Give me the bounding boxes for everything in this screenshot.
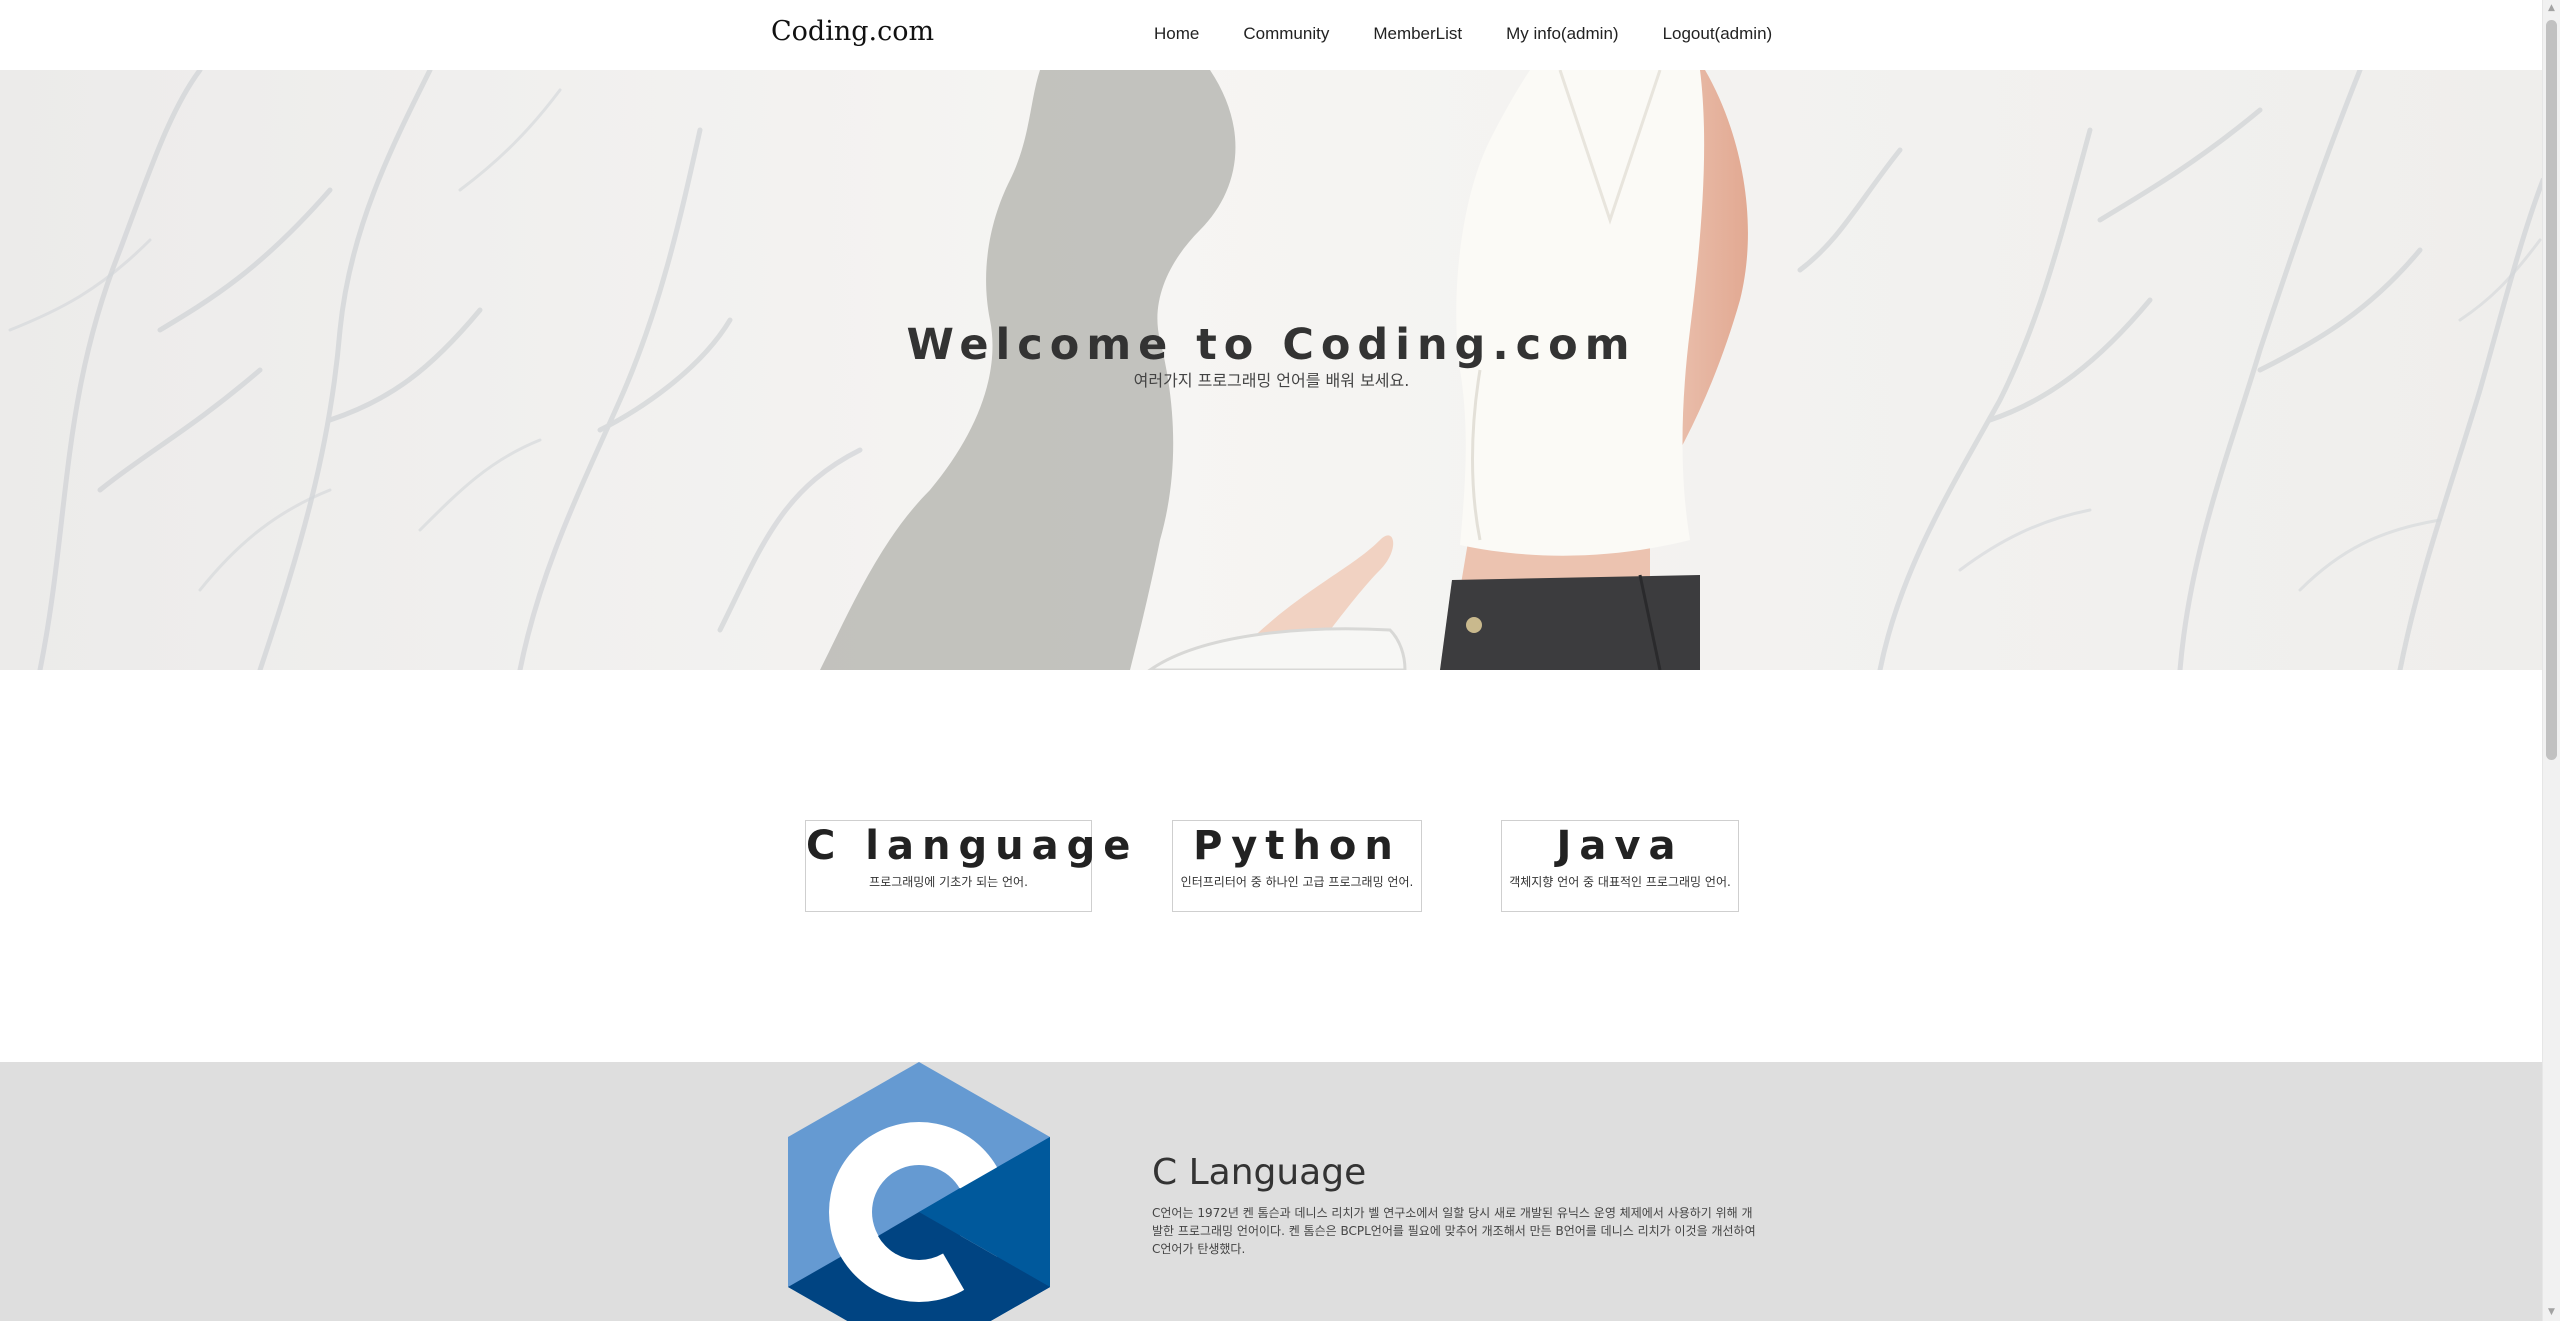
card-title: C language xyxy=(806,823,1139,869)
scrollbar-thumb[interactable] xyxy=(2546,20,2557,760)
card-description: 프로그래밍에 기초가 되는 언어. xyxy=(869,875,1028,889)
card-description: 인터프리터어 중 하나인 고급 프로그래밍 언어. xyxy=(1180,875,1414,889)
card-title: Python xyxy=(1193,823,1401,869)
card-title: Java xyxy=(1556,823,1684,869)
nav-community[interactable]: Community xyxy=(1243,24,1329,44)
nav-my-info[interactable]: My info(admin) xyxy=(1506,24,1618,44)
nav-logout[interactable]: Logout(admin) xyxy=(1663,24,1773,44)
nav-memberlist[interactable]: MemberList xyxy=(1373,24,1462,44)
feature-section: C Language C언어는 1972년 켄 톰슨과 데니스 리치가 벨 연구… xyxy=(0,1062,2543,1321)
nav-home[interactable]: Home xyxy=(1154,24,1199,44)
hero-title: Welcome to Coding.com xyxy=(906,320,1637,370)
page-scrollbar[interactable]: ▲ ▼ xyxy=(2542,0,2560,1321)
scroll-down-arrow-icon[interactable]: ▼ xyxy=(2543,1304,2560,1321)
card-c-language[interactable]: C language 프로그래밍에 기초가 되는 언어. xyxy=(805,820,1139,912)
c-language-logo-icon xyxy=(788,1062,1050,1321)
card-java[interactable]: Java 객체지향 언어 중 대표적인 프로그래밍 언어. xyxy=(1501,820,1739,912)
scroll-up-arrow-icon[interactable]: ▲ xyxy=(2543,0,2560,17)
feature-title: C Language xyxy=(1152,1152,1367,1193)
hero-banner: Welcome to Coding.com 여러가지 프로그래밍 언어를 배워 … xyxy=(0,70,2543,670)
nav-menu: Home Community MemberList My info(admin)… xyxy=(1154,24,1772,44)
hero-subtitle: 여러가지 프로그래밍 언어를 배워 보세요. xyxy=(1133,371,1410,390)
navbar: Coding.com Home Community MemberList My … xyxy=(0,0,2543,70)
feature-description: C언어는 1972년 켄 톰슨과 데니스 리치가 벨 연구소에서 일할 당시 새… xyxy=(1152,1206,1756,1256)
card-python[interactable]: Python 인터프리터어 중 하나인 고급 프로그래밍 언어. xyxy=(1172,820,1422,912)
brand-logo[interactable]: Coding.com xyxy=(771,16,934,47)
card-description: 객체지향 언어 중 대표적인 프로그래밍 언어. xyxy=(1509,875,1731,889)
